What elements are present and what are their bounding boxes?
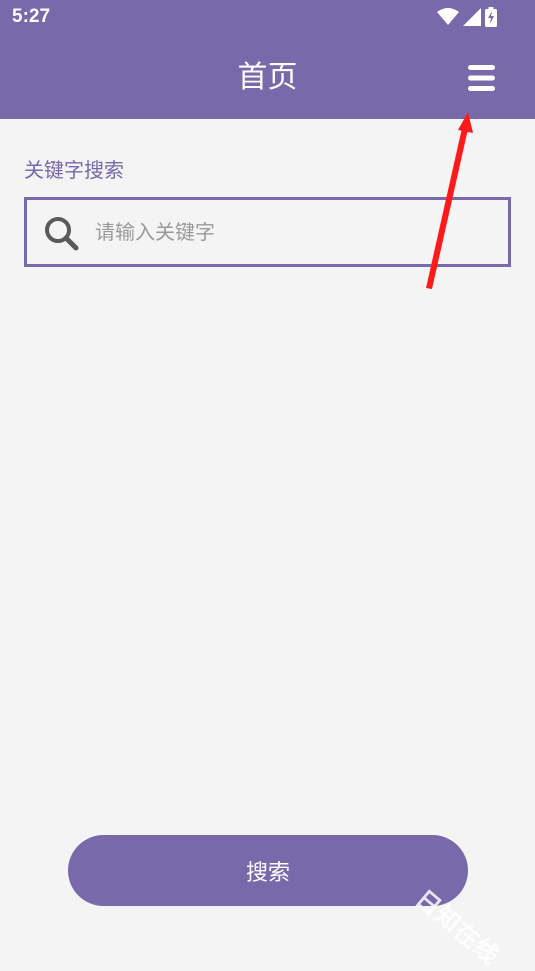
hamburger-menu-icon <box>468 65 495 91</box>
annotation-arrow <box>426 112 473 289</box>
battery-charging-icon <box>485 7 497 27</box>
page-title: 首页 <box>237 60 298 95</box>
app-bar: 5:27 首页 <box>0 0 535 119</box>
search-button[interactable]: 搜索 <box>68 835 468 906</box>
keyword-search-label: 关键字搜索 <box>24 158 124 182</box>
search-box[interactable] <box>24 197 511 267</box>
wifi-icon <box>437 8 459 25</box>
menu-button[interactable] <box>463 60 501 96</box>
search-icon <box>45 217 79 251</box>
status-time: 5:27 <box>12 6 51 27</box>
search-input[interactable] <box>95 210 485 254</box>
signal-icon <box>463 8 481 26</box>
status-icons <box>437 6 497 28</box>
